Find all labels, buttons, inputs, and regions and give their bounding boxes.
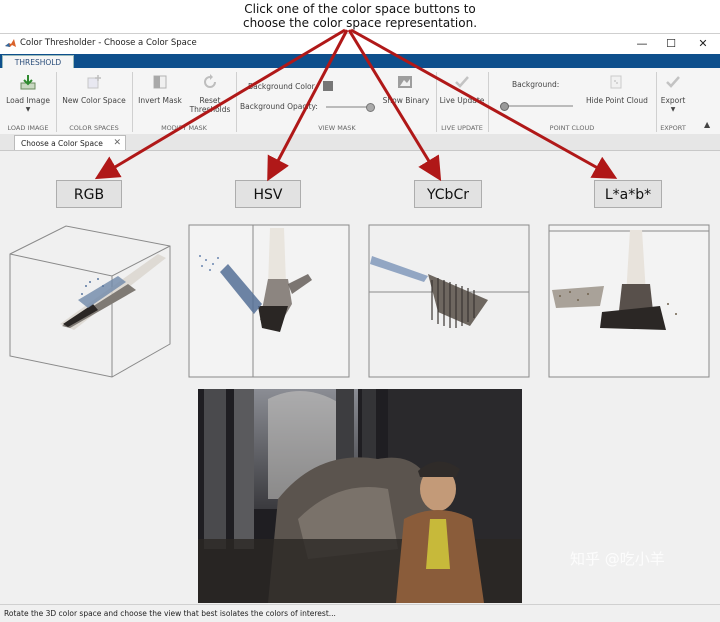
invert-mask-button[interactable]: Invert Mask [134, 96, 186, 105]
rgb-point-cloud-plot[interactable] [8, 224, 173, 380]
collapse-ribbon-icon[interactable]: ▲ [704, 120, 710, 129]
background-color-swatch[interactable] [323, 81, 333, 91]
lab-button[interactable]: L*a*b* [594, 180, 662, 208]
section-load-image: LOAD IMAGE [7, 124, 49, 132]
divider [656, 72, 657, 132]
hsv-button[interactable]: HSV [235, 180, 301, 208]
export-icon [666, 76, 680, 88]
instruction-caption: Click one of the color space buttons to … [180, 2, 540, 30]
background-opacity-label: Background Opacity: [240, 102, 318, 111]
section-modify-mask: MODIFY MASK [161, 124, 207, 132]
load-image-icon [20, 75, 36, 90]
reset-thresholds-button[interactable]: Reset Thresholds [186, 96, 234, 114]
app-window: Color Thresholder - Choose a Color Space… [0, 33, 720, 622]
toolstrip: Load Image ▼ LOAD IMAGE New Color Space … [0, 68, 720, 135]
section-live-update: LIVE UPDATE [441, 124, 483, 132]
export-button[interactable]: Export [658, 96, 688, 105]
maximize-button[interactable]: ☐ [657, 35, 685, 53]
ycbcr-button[interactable]: YCbCr [414, 180, 482, 208]
title-bar: Color Thresholder - Choose a Color Space… [0, 34, 720, 54]
load-image-button[interactable]: Load Image [4, 96, 52, 105]
divider [488, 72, 489, 132]
hide-point-cloud-icon [610, 75, 622, 89]
section-export: EXPORT [660, 124, 686, 132]
divider [56, 72, 57, 132]
new-color-space-button[interactable]: New Color Space [58, 96, 130, 105]
divider [236, 72, 237, 132]
section-color-spaces: COLOR SPACES [69, 124, 119, 132]
close-tab-icon[interactable]: ✕ [113, 136, 121, 151]
divider [436, 72, 437, 132]
matlab-logo-icon [5, 39, 16, 47]
ribbon-tab-bar [0, 54, 720, 68]
live-update-button[interactable]: Live Update [438, 96, 486, 105]
divider [132, 72, 133, 132]
caption-line-1: Click one of the color space buttons to [244, 2, 476, 16]
hide-point-cloud-button[interactable]: Hide Point Cloud [580, 96, 654, 105]
caption-line-2: choose the color space representation. [242, 16, 478, 30]
background-opacity-slider-handle[interactable] [366, 103, 375, 112]
point-cloud-background-slider-handle[interactable] [500, 102, 509, 111]
live-update-icon [455, 76, 469, 88]
status-bar: Rotate the 3D color space and choose the… [0, 604, 720, 621]
section-view-mask: VIEW MASK [318, 124, 356, 132]
show-binary-icon [398, 76, 412, 88]
doc-tab-label: Choose a Color Space [21, 139, 103, 148]
new-color-space-icon [87, 75, 101, 89]
export-dropdown-icon[interactable]: ▼ [669, 106, 677, 113]
close-button[interactable]: ✕ [689, 35, 717, 53]
section-point-cloud: POINT CLOUD [549, 124, 595, 132]
window-title: Color Thresholder - Choose a Color Space [20, 38, 197, 48]
reset-thresholds-icon [204, 74, 216, 88]
minimize-button[interactable]: — [628, 35, 656, 53]
reset-thresholds-label-2: Thresholds [189, 105, 231, 114]
loaded-image [198, 389, 522, 603]
rgb-button[interactable]: RGB [56, 180, 122, 208]
lab-point-cloud-plot[interactable] [548, 224, 710, 378]
background-label: Background: [512, 80, 560, 89]
tab-choose-a-color-space[interactable]: Choose a Color Space ✕ [14, 135, 126, 150]
background-color-label: Background Color [248, 82, 315, 91]
show-binary-button[interactable]: Show Binary [380, 96, 432, 105]
reset-thresholds-label-1: Reset [199, 96, 221, 105]
watermark: 知乎 @吃小羊 [570, 550, 665, 568]
rgb-point-cloud [60, 254, 166, 330]
load-image-dropdown-icon[interactable]: ▼ [24, 106, 32, 113]
ycbcr-point-cloud-plot[interactable] [368, 224, 530, 378]
invert-mask-icon [153, 75, 167, 89]
point-cloud-background-slider[interactable] [503, 105, 573, 107]
hsv-point-cloud-plot[interactable] [188, 224, 350, 378]
